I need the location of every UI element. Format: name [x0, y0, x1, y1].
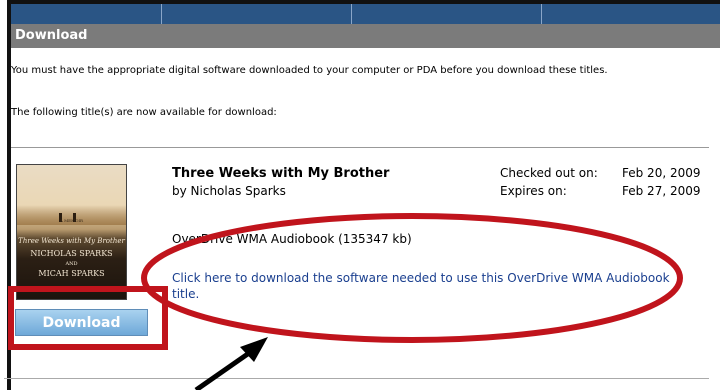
cover-memoir-label: A MEMOIR — [59, 218, 84, 223]
cover-title: Three Weeks with My Brother — [18, 237, 125, 245]
expires-label: Expires on: — [500, 184, 567, 198]
checked-out-date: Feb 20, 2009 — [622, 166, 701, 180]
checked-out-label: Checked out on: — [500, 166, 598, 180]
nav-divider — [541, 4, 542, 24]
download-button[interactable]: Download — [15, 309, 148, 336]
bottom-divider — [4, 378, 709, 379]
cover-author-1: NICHOLAS SPARKS — [30, 249, 113, 258]
software-download-link[interactable]: Click here to download the software need… — [172, 270, 682, 302]
book-cover[interactable]: A MEMOIR Three Weeks with My Brother NIC… — [16, 164, 127, 300]
nav-divider — [351, 4, 352, 24]
available-titles-text: The following title(s) are now available… — [11, 107, 277, 118]
top-nav-bar — [11, 4, 720, 24]
book-author: by Nicholas Sparks — [172, 184, 286, 198]
software-requirement-text: You must have the appropriate digital so… — [11, 65, 608, 76]
book-title: Three Weeks with My Brother — [172, 166, 390, 181]
cover-and: AND — [65, 261, 78, 267]
expires-date: Feb 27, 2009 — [622, 184, 701, 198]
cover-author-2: MICAH SPARKS — [38, 269, 105, 278]
nav-divider — [161, 4, 162, 24]
audiobook-format: OverDrive WMA Audiobook (135347 kb) — [172, 232, 412, 246]
divider — [11, 147, 709, 148]
section-header: Download — [11, 24, 720, 48]
